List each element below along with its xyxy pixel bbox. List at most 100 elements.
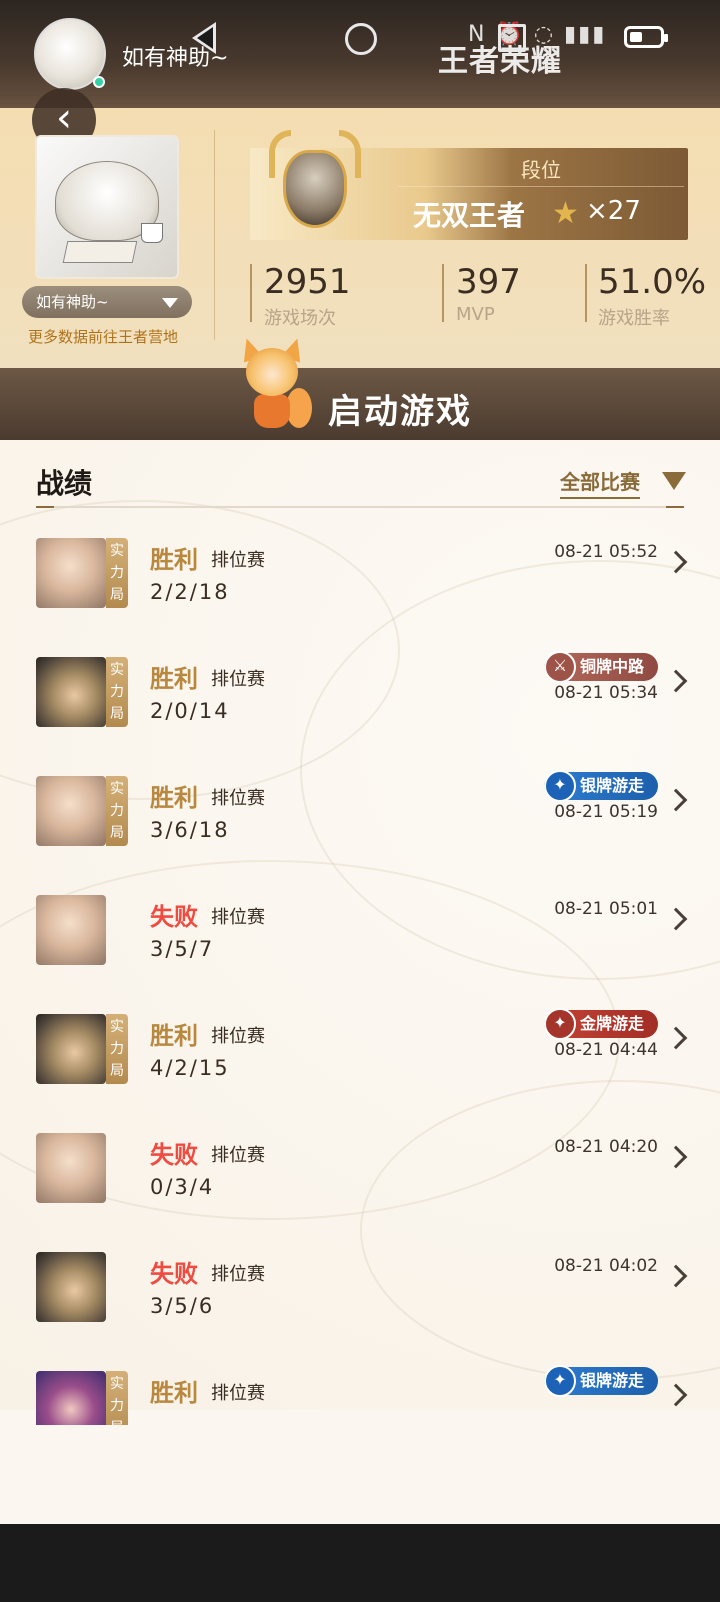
match-row[interactable]: 失败 排位赛 3/5/7 08-21 05:01 [0, 885, 720, 1006]
match-kda: 3/6/18 [150, 818, 230, 842]
match-row[interactable]: 失败 排位赛 0/3/4 08-21 04:20 [0, 1123, 720, 1244]
match-mode: 排位赛 [211, 550, 265, 571]
match-kda: 2/0/14 [150, 699, 230, 723]
rank-name: 无双王者 [413, 199, 526, 232]
match-kda: 0/3/4 [150, 1175, 215, 1199]
match-time: 08-21 05:01 [554, 899, 658, 919]
star-icon: ★ [552, 196, 579, 231]
match-row[interactable]: 实力局 胜利 排位赛 2/0/14 ⚔ 铜牌中路 08-21 05:34 [0, 647, 720, 768]
more-data-link[interactable]: 更多数据前往王者营地 [28, 326, 178, 347]
stat-label: 游戏胜率 [598, 308, 670, 329]
match-time: 08-21 05:34 [554, 683, 658, 703]
hero-portrait [36, 776, 106, 846]
stat-separator [250, 264, 252, 322]
triangle-down-icon[interactable] [662, 472, 686, 490]
match-mode: 排位赛 [211, 1383, 265, 1404]
badge-label: 铜牌中路 [579, 657, 644, 676]
strong-match-tag: 实力局 [106, 1371, 128, 1425]
match-result: 胜利 [150, 1379, 198, 1407]
match-result: 失败 [150, 903, 198, 931]
match-mode: 排位赛 [211, 907, 265, 928]
stat-games: 2951 游戏场次 [264, 262, 351, 330]
wing-emblem-icon: ✦ [543, 770, 576, 802]
performance-badge: ✦ 金牌游走 [543, 1008, 658, 1040]
system-nav-bar [0, 1524, 720, 1602]
battery-icon [624, 26, 668, 48]
triangle-down-icon [162, 298, 178, 308]
match-time: 08-21 05:19 [554, 802, 658, 822]
match-row[interactable]: 实力局 胜利 排位赛 2/2/18 08-21 05:52 [0, 528, 720, 649]
performance-badge: ⚔ 铜牌中路 [543, 651, 658, 683]
badge-label: 金牌游走 [579, 1014, 644, 1033]
hero-portrait [36, 657, 106, 727]
stat-label: 游戏场次 [264, 308, 336, 329]
records-divider [36, 506, 684, 508]
stat-value: 2951 [264, 262, 351, 302]
star-count: ×27 [586, 196, 641, 226]
match-mode: 排位赛 [211, 1026, 265, 1047]
chevron-right-icon[interactable] [664, 788, 688, 812]
match-kda: 3/5/7 [150, 937, 215, 961]
match-result: 失败 [150, 1260, 198, 1288]
match-row[interactable]: 实力局胜利排位赛 ✦银牌游走 [0, 1361, 720, 1425]
match-kda: 4/2/15 [150, 1056, 230, 1080]
stat-separator [585, 264, 587, 322]
match-time: 08-21 04:20 [554, 1137, 658, 1157]
strong-match-tag: 实力局 [106, 538, 128, 608]
match-result: 失败 [150, 1141, 198, 1169]
hero-portrait [36, 1014, 106, 1084]
hero-portrait [36, 1371, 106, 1425]
top-bar [0, 0, 720, 110]
match-time: 08-21 04:02 [554, 1256, 658, 1276]
fox-mascot-icon [232, 335, 312, 438]
match-row[interactable]: 实力局 胜利 排位赛 3/6/18 ✦ 银牌游走 08-21 05:19 [0, 766, 720, 887]
match-kda: 2/2/18 [150, 580, 230, 604]
match-result: 胜利 [150, 784, 198, 812]
rank-divider [398, 186, 684, 187]
chevron-right-icon[interactable] [664, 907, 688, 931]
online-status-dot [93, 76, 105, 88]
account-name: 如有神助~ [36, 293, 109, 311]
wing-emblem-icon: ✦ [543, 1365, 576, 1397]
chevron-right-icon[interactable] [664, 550, 688, 574]
chevron-right-icon[interactable] [664, 1383, 688, 1407]
sword-icon: ⚔ [543, 651, 576, 683]
match-result: 胜利 [150, 546, 198, 574]
strong-match-tag: 实力局 [106, 776, 128, 846]
match-filter[interactable]: 全部比赛 [560, 466, 640, 499]
hero-portrait [36, 895, 106, 965]
hero-portrait [36, 1133, 106, 1203]
match-row[interactable]: 实力局 胜利 排位赛 4/2/15 ✦ 金牌游走 08-21 04:44 [0, 1004, 720, 1125]
match-result: 胜利 [150, 665, 198, 693]
rank-emblem-icon [255, 128, 375, 238]
badge-label: 银牌游走 [579, 1371, 644, 1390]
stat-value: 51.0% [598, 262, 707, 302]
match-result: 胜利 [150, 1022, 198, 1050]
stat-label: MVP [456, 304, 495, 325]
match-kda: 3/5/6 [150, 1294, 215, 1318]
match-mode: 排位赛 [211, 788, 265, 809]
stat-winrate: 51.0% 游戏胜率 [598, 262, 706, 330]
chevron-right-icon[interactable] [664, 669, 688, 693]
chevron-right-icon[interactable] [664, 1026, 688, 1050]
chevron-right-icon[interactable] [664, 1264, 688, 1288]
match-mode: 排位赛 [211, 669, 265, 690]
hero-portrait [36, 1252, 106, 1322]
nav-home-icon[interactable] [345, 23, 377, 55]
account-selector[interactable]: 如有神助~ [22, 286, 192, 318]
nav-recent-icon[interactable] [498, 24, 526, 52]
performance-badge: ✦ 银牌游走 [543, 770, 658, 802]
match-row[interactable]: 失败 排位赛 3/5/6 08-21 04:02 [0, 1242, 720, 1363]
launch-game-label: 启动游戏 [328, 392, 472, 432]
stat-mvp: 397 MVP [456, 262, 521, 325]
records-title: 战绩 [36, 467, 93, 500]
badge-label: 银牌游走 [579, 776, 644, 795]
profile-avatar [35, 135, 179, 279]
stat-value: 397 [456, 262, 521, 302]
nav-back-icon-inner [197, 27, 213, 49]
hero-portrait [36, 538, 106, 608]
wing-emblem-icon: ✦ [543, 1008, 576, 1040]
panel-divider [214, 130, 215, 340]
strong-match-tag: 实力局 [106, 657, 128, 727]
chevron-right-icon[interactable] [664, 1145, 688, 1169]
